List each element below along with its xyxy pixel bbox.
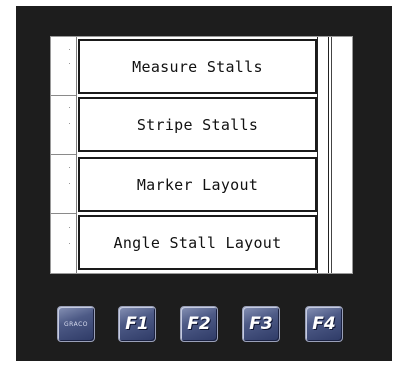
indicator-dot — [69, 107, 70, 108]
menu-item-label: Angle Stall Layout — [113, 233, 282, 252]
menu-item-angle-stall-layout[interactable]: Angle Stall Layout — [78, 215, 317, 270]
indicator-dot — [69, 167, 70, 168]
f1-key[interactable]: F1 — [118, 306, 156, 342]
indicator-dot — [69, 123, 70, 124]
menu-item-label: Marker Layout — [136, 175, 259, 194]
menu-item-label: Measure Stalls — [132, 57, 263, 76]
menu-item-stripe-stalls[interactable]: Stripe Stalls — [78, 97, 317, 152]
indicator-dot — [69, 227, 70, 228]
function-key-row: GRACO F1 F2 F3 F4 — [0, 306, 396, 346]
menu-item-measure-stalls[interactable]: Measure Stalls — [78, 39, 317, 94]
f4-key-label: F4 — [312, 314, 336, 334]
f3-key[interactable]: F3 — [242, 306, 280, 342]
right-scroll-track — [317, 37, 329, 273]
graco-logo: GRACO — [64, 320, 88, 328]
f2-key[interactable]: F2 — [180, 306, 218, 342]
f1-key-label: F1 — [125, 314, 149, 334]
left-indicator-segment — [51, 155, 76, 214]
f4-key[interactable]: F4 — [305, 306, 343, 342]
menu-item-marker-layout[interactable]: Marker Layout — [78, 157, 317, 212]
menu-item-label: Stripe Stalls — [136, 115, 259, 134]
menu-screen: Measure Stalls Stripe Stalls Marker Layo… — [50, 36, 353, 274]
f2-key-label: F2 — [187, 314, 211, 334]
indicator-dot — [69, 49, 70, 50]
left-indicator-segment — [51, 96, 76, 155]
left-indicator-segment — [51, 37, 76, 96]
indicator-dot — [69, 243, 70, 244]
left-indicator-strip — [51, 37, 77, 273]
indicator-dot — [69, 183, 70, 184]
graco-logo-key[interactable]: GRACO — [57, 306, 95, 342]
indicator-dot — [69, 63, 70, 64]
f3-key-label: F3 — [249, 314, 273, 334]
right-indicator-strip — [331, 37, 352, 273]
